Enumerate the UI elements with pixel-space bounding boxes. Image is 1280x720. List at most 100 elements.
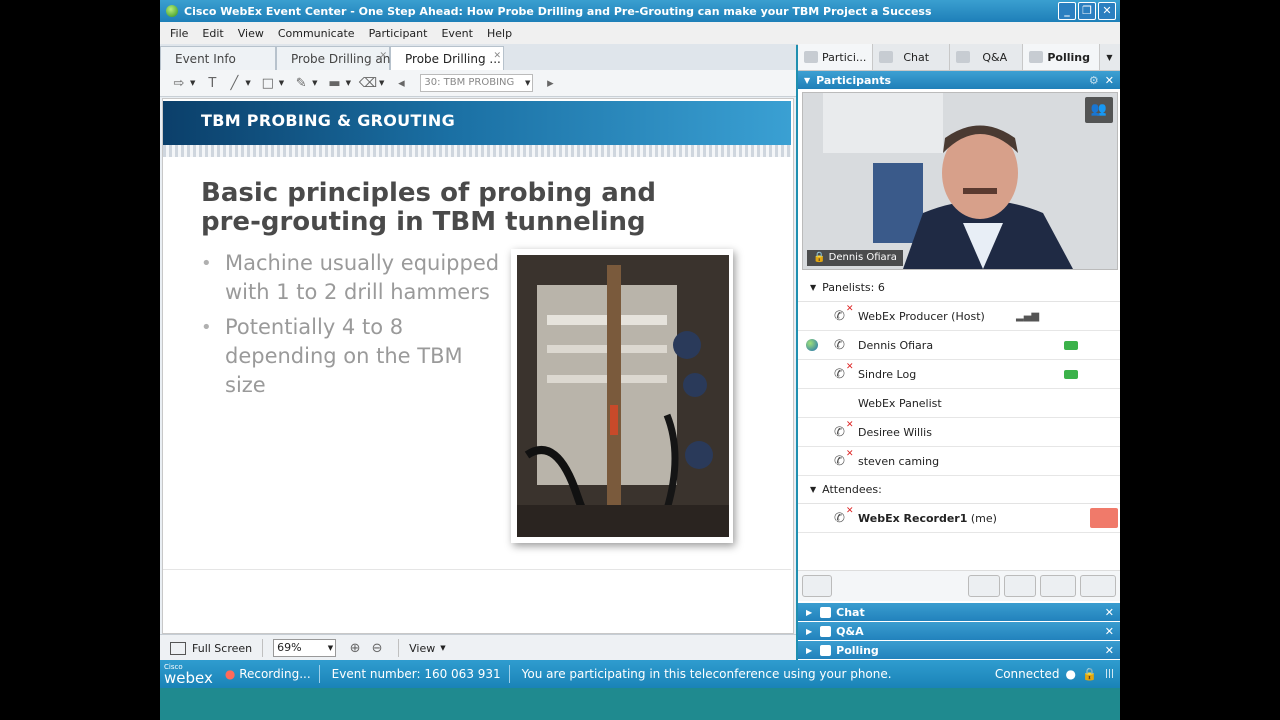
next-page-icon[interactable]: ▸ bbox=[539, 73, 561, 93]
close-button[interactable]: ✕ bbox=[1098, 2, 1116, 20]
slide-divider bbox=[163, 569, 791, 570]
tab-label: Q&A bbox=[982, 50, 1008, 64]
close-icon[interactable]: ✕ bbox=[379, 44, 387, 68]
maximize-button[interactable]: ❐ bbox=[1078, 2, 1096, 20]
menu-communicate[interactable]: Communicate bbox=[274, 27, 359, 40]
line-tool-icon[interactable]: ╱ bbox=[223, 73, 245, 93]
participants-panel-header: ▼ Participants ⚙ ✕ bbox=[798, 71, 1120, 89]
connection-status: Connected bbox=[994, 667, 1060, 681]
tab-qa[interactable]: Q&A bbox=[950, 44, 1024, 70]
close-icon[interactable]: ✕ bbox=[493, 44, 501, 68]
tab-participants[interactable]: Partici... bbox=[798, 44, 874, 70]
video-label: 🔒 Dennis Ofiara bbox=[807, 250, 903, 266]
tab-probe-drilling-2[interactable]: Probe Drilling ... ✕ bbox=[390, 46, 504, 71]
slide-heading-line: Basic principles of probing and bbox=[201, 178, 656, 208]
chevron-down-icon[interactable]: ▼ bbox=[379, 79, 384, 87]
chevron-down-icon[interactable]: ▼ bbox=[1106, 53, 1112, 62]
close-icon[interactable]: ✕ bbox=[1105, 74, 1114, 87]
webex-logo: Cisco webex bbox=[164, 663, 213, 687]
chevron-down-icon[interactable]: ▼ bbox=[312, 79, 317, 87]
chevron-down-icon: ▼ bbox=[327, 644, 334, 652]
participant-row[interactable]: ✆ Dennis Ofiara bbox=[798, 331, 1120, 360]
list-options-button[interactable] bbox=[1080, 575, 1116, 597]
close-icon[interactable]: ✕ bbox=[1105, 625, 1114, 638]
broadcast-button[interactable] bbox=[968, 575, 1000, 597]
tab-probe-drilling-1[interactable]: Probe Drilling an... ✕ bbox=[276, 44, 402, 71]
participant-name: WebEx Producer (Host) bbox=[858, 309, 985, 323]
text-tool-icon[interactable]: T bbox=[201, 73, 223, 93]
viewer-bottom-bar: Full Screen 69% ▼ ⊕ ⊖ View ▼ bbox=[160, 634, 796, 661]
chevron-down-icon: ▼ bbox=[524, 79, 531, 87]
fullscreen-button[interactable]: Full Screen bbox=[170, 641, 253, 655]
cisco-icon: ||| bbox=[1104, 669, 1114, 679]
chevron-down-icon[interactable]: ▼ bbox=[346, 79, 351, 87]
zoom-select[interactable]: 69% ▼ bbox=[273, 639, 337, 657]
video-camera-icon bbox=[1064, 369, 1078, 379]
tab-polling[interactable]: Polling bbox=[1023, 44, 1101, 70]
color-tool-icon[interactable]: ▬ bbox=[324, 73, 346, 93]
close-icon[interactable]: ✕ bbox=[1105, 606, 1114, 619]
mute-button[interactable] bbox=[1090, 508, 1118, 528]
participant-name: WebEx Panelist bbox=[858, 396, 942, 410]
globe-icon bbox=[806, 339, 818, 351]
arrow-pointer-icon[interactable]: ⇨ bbox=[168, 73, 190, 93]
polling-panel-header[interactable]: ▶ Polling ✕ bbox=[798, 641, 1120, 659]
slide-photo bbox=[511, 249, 733, 543]
participants-video-button[interactable]: 👥 bbox=[1085, 97, 1113, 123]
tab-label: Partici... bbox=[822, 50, 867, 64]
page-select[interactable]: 30: TBM PROBING ▼ bbox=[420, 74, 534, 92]
participant-row[interactable]: ✆ ✕ WebEx Recorder1 (me) bbox=[798, 504, 1120, 533]
raise-hand-button[interactable] bbox=[1004, 575, 1036, 597]
fullscreen-label: Full Screen bbox=[192, 641, 253, 655]
tab-label: Event Info bbox=[175, 52, 236, 66]
panelists-header[interactable]: ▼ Panelists: 6 bbox=[798, 274, 1120, 302]
attendees-header[interactable]: ▼ Attendees: bbox=[798, 476, 1120, 504]
polling-icon bbox=[1029, 51, 1044, 63]
event-number: Event number: 160 063 931 bbox=[331, 667, 501, 681]
qa-icon bbox=[956, 51, 971, 63]
participant-row[interactable]: ✆ ✕ steven caming bbox=[798, 447, 1120, 476]
status-message: You are participating in this teleconfer… bbox=[521, 667, 892, 681]
lock-icon: 🔒 bbox=[813, 252, 826, 263]
chevron-down-icon[interactable]: ▼ bbox=[190, 79, 195, 87]
participant-name: Desiree Willis bbox=[858, 425, 932, 439]
zoom-in-icon[interactable]: ⊕ bbox=[344, 638, 366, 658]
collapse-triangle-icon[interactable]: ▼ bbox=[804, 76, 810, 85]
participant-row[interactable]: ✆ ✕ WebEx Producer (Host) ▂▄▆ bbox=[798, 302, 1120, 331]
feedback-button[interactable] bbox=[1040, 575, 1076, 597]
menu-file[interactable]: File bbox=[166, 27, 192, 40]
chevron-down-icon[interactable]: ▼ bbox=[245, 79, 250, 87]
menu-participant[interactable]: Participant bbox=[365, 27, 432, 40]
muted-x-icon: ✕ bbox=[846, 362, 854, 372]
menu-help[interactable]: Help bbox=[483, 27, 516, 40]
phone-icon: ✆ bbox=[834, 510, 845, 526]
menu-view[interactable]: View bbox=[234, 27, 268, 40]
tab-event-info[interactable]: Event Info bbox=[160, 46, 276, 71]
tab-label: Probe Drilling ... bbox=[405, 52, 501, 66]
menu-event[interactable]: Event bbox=[437, 27, 477, 40]
muted-x-icon: ✕ bbox=[846, 449, 854, 459]
chevron-down-icon[interactable]: ▼ bbox=[279, 79, 284, 87]
qa-panel-header[interactable]: ▶ Q&A ✕ bbox=[798, 622, 1120, 640]
tab-chat[interactable]: Chat bbox=[873, 44, 951, 70]
call-help-button[interactable] bbox=[802, 575, 832, 597]
menu-edit[interactable]: Edit bbox=[198, 27, 227, 40]
minimize-button[interactable]: _ bbox=[1058, 2, 1076, 20]
logo-text: webex bbox=[164, 668, 213, 687]
previous-page-icon[interactable]: ◂ bbox=[390, 73, 412, 93]
participant-row[interactable]: ✆ ✕ Sindre Log bbox=[798, 360, 1120, 389]
rectangle-tool-icon[interactable]: □ bbox=[257, 73, 279, 93]
settings-icon[interactable]: ⚙ bbox=[1089, 74, 1099, 87]
participant-row[interactable]: ✆ ✕ Desiree Willis bbox=[798, 418, 1120, 447]
eraser-tool-icon[interactable]: ⌫ bbox=[357, 73, 379, 93]
divider bbox=[262, 639, 264, 657]
panel-title: Chat bbox=[836, 605, 865, 619]
close-icon[interactable]: ✕ bbox=[1105, 644, 1114, 657]
pencil-tool-icon[interactable]: ✎ bbox=[290, 73, 312, 93]
participant-row[interactable]: WebEx Panelist bbox=[798, 389, 1120, 418]
view-menu-button[interactable]: View ▼ bbox=[409, 642, 446, 655]
zoom-out-icon[interactable]: ⊖ bbox=[366, 638, 388, 658]
speaker-video-image bbox=[803, 93, 1117, 269]
chat-panel-header[interactable]: ▶ Chat ✕ bbox=[798, 603, 1120, 621]
lock-icon: 🔒 bbox=[1081, 667, 1097, 681]
